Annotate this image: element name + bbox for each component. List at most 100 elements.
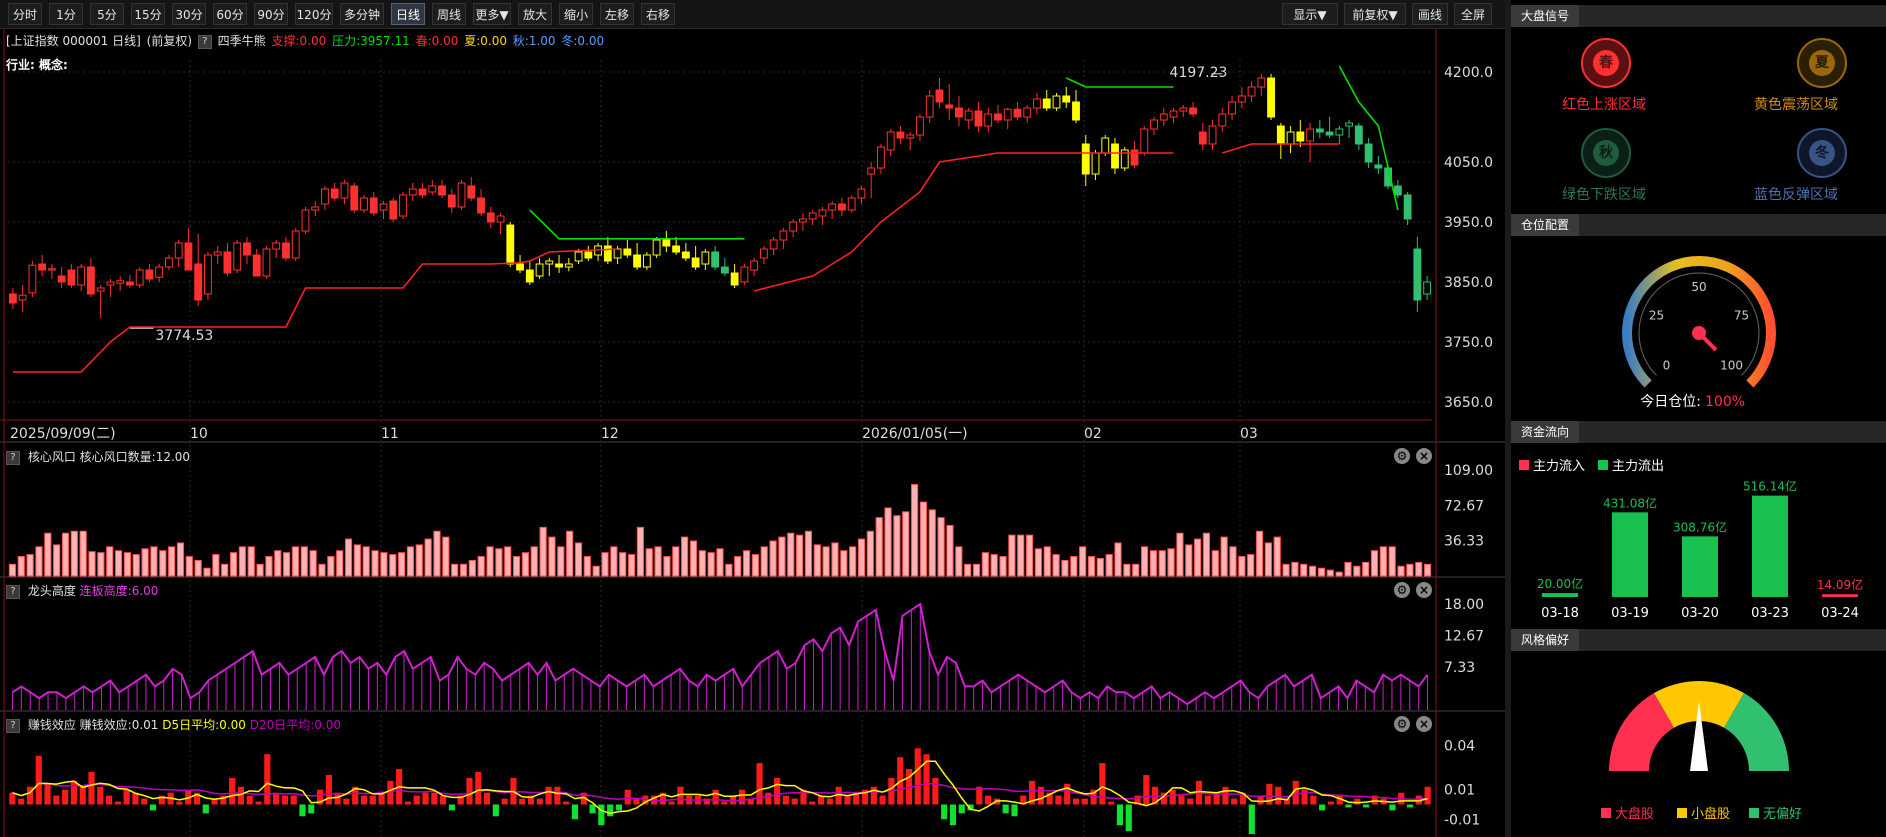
settings-gear-icon[interactable]: ⚙ <box>1394 448 1410 464</box>
candle-body <box>1247 86 1256 97</box>
season-signal-icon: 春 <box>1581 38 1631 88</box>
settings-gear-icon[interactable]: ⚙ <box>1394 716 1410 732</box>
zhuanqian-bar <box>949 804 957 826</box>
fengkou-bar <box>1415 561 1423 577</box>
close-icon[interactable]: × <box>1416 448 1432 464</box>
fengkou-bar <box>1423 563 1432 577</box>
fengkou-bar <box>1025 534 1034 577</box>
fengkou-bar <box>70 530 78 577</box>
settings-gear-icon[interactable]: ⚙ <box>1394 582 1410 598</box>
longtou-line <box>11 602 1429 706</box>
fengkou-bar <box>168 546 176 577</box>
x-tick-label: 2025/09/09(二) <box>10 426 116 442</box>
zhuanqian-bar <box>176 801 183 805</box>
season-char: 春 <box>1593 50 1619 76</box>
y-tick-label: 18.00 <box>1444 597 1484 613</box>
y-tick-label: 72.67 <box>1444 498 1484 514</box>
candle-body <box>1189 107 1197 115</box>
candle-body <box>867 167 876 175</box>
y-tick-label: -0.01 <box>1444 812 1480 828</box>
zhuanqian-bar <box>1037 786 1044 805</box>
candle-body <box>77 266 86 286</box>
fengkou-bar <box>141 548 149 577</box>
season-label: 蓝色反弹区域 <box>1754 187 1838 203</box>
candle-body <box>994 113 1002 121</box>
fengkou-bar <box>636 526 644 577</box>
zhuanqian-bar <box>1169 789 1176 805</box>
fengkou-bar <box>1008 534 1016 577</box>
candle-body <box>1198 131 1207 145</box>
fengkou-bar <box>1264 542 1272 577</box>
candle-body <box>769 239 778 250</box>
fengkou-bar <box>44 532 52 577</box>
zhuanqian-bar <box>1248 804 1255 835</box>
candle-body <box>389 200 398 220</box>
fengkou-bar <box>362 546 370 577</box>
zhuanqian-bar <box>1108 801 1115 805</box>
zhuanqian-bar <box>44 783 51 805</box>
fengkou-bar <box>999 556 1007 577</box>
zhuanqian-bar <box>765 792 772 805</box>
zhuanqian-bar <box>1406 804 1414 808</box>
fengkou-bar <box>902 511 910 577</box>
fengkou-bar <box>1326 569 1334 577</box>
fengkou-bar <box>433 530 441 577</box>
flow-value-label: 14.09亿 <box>1817 577 1863 592</box>
candle-body <box>1062 95 1071 103</box>
zhuanqian-bar <box>1345 804 1352 808</box>
season-label: 黄色震荡区域 <box>1754 97 1838 113</box>
zhuanqian-bar <box>615 804 622 811</box>
fengkou-bar <box>194 559 202 577</box>
flow-value-label: 20.00亿 <box>1537 576 1583 591</box>
zhuanqian-bar <box>1354 798 1361 805</box>
candle-body <box>877 146 885 169</box>
y-tick-label: 109.00 <box>1444 463 1493 479</box>
zhuanqian-header: ? 赚钱效应 赚钱效应:0.01 D5日平均:0.00 D20日平均:0.00 <box>6 716 341 733</box>
gauge-tick-label: 0 <box>1663 359 1671 373</box>
candle-body <box>1003 108 1012 121</box>
fengkou-bar <box>336 550 344 577</box>
fengkou-bar <box>778 536 786 577</box>
zhuanqian-bar <box>985 795 992 805</box>
fengkou-bar <box>822 546 830 577</box>
candle-body <box>1267 77 1275 118</box>
flow-value-label: 431.08亿 <box>1603 495 1657 510</box>
candle-body <box>457 182 466 208</box>
fengkou-bar <box>840 550 848 577</box>
help-icon[interactable]: ? <box>6 450 20 465</box>
fengkou-bar <box>751 554 759 577</box>
close-icon[interactable]: × <box>1416 716 1432 732</box>
help-icon[interactable]: ? <box>6 584 20 599</box>
fengkou-bar <box>291 546 300 577</box>
zhuanqian-bar <box>114 801 121 805</box>
fengkou-bar <box>521 552 530 577</box>
fengkou-bar <box>1070 556 1078 577</box>
candle-body <box>584 251 593 259</box>
zhuanqian-bar <box>1319 804 1326 811</box>
candle-body <box>1013 108 1022 118</box>
fengkou-bar <box>955 546 963 577</box>
close-icon[interactable]: × <box>1416 582 1432 598</box>
zhuanqian-bar <box>308 804 315 814</box>
zhuanqian-bar <box>334 792 341 805</box>
fengkou-bar <box>919 501 928 577</box>
candle-body <box>574 251 583 262</box>
fengkou-bar <box>1317 567 1326 577</box>
candle-body <box>262 248 271 277</box>
style-legend-label: 小盘股 <box>1691 806 1730 822</box>
help-icon[interactable]: ? <box>6 718 20 733</box>
zhuanqian-bar <box>18 798 25 805</box>
fengkou-bar <box>928 509 936 577</box>
fengkou-bar <box>1406 563 1414 577</box>
fengkou-bar <box>397 552 406 577</box>
fengkou-bar <box>707 552 715 577</box>
zhuanqian-bar <box>501 798 508 805</box>
fengkou-bar <box>176 542 185 577</box>
fengkou-bar <box>229 552 238 577</box>
candle-body <box>57 275 66 283</box>
candle-body <box>1345 122 1354 127</box>
zhuanqian-bar <box>1424 786 1431 805</box>
d20-average: D20日平均:0.00 <box>249 718 342 732</box>
fengkou-bar <box>451 563 459 577</box>
candle-body <box>798 218 807 223</box>
